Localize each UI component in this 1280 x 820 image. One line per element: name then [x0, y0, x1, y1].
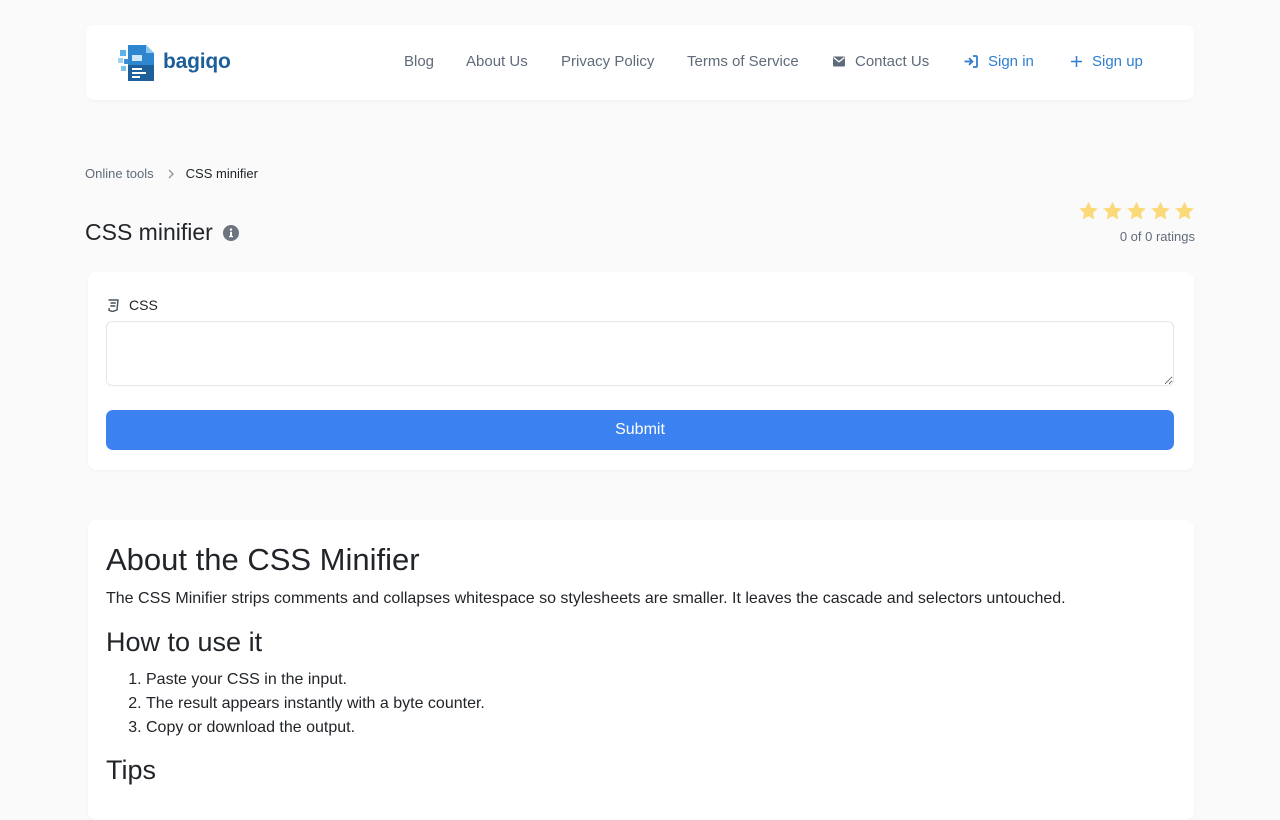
howto-steps: Paste your CSS in the input. The result …	[106, 668, 1176, 740]
nav-contact-us[interactable]: Contact Us	[833, 53, 929, 70]
page-title-text: CSS minifier	[85, 219, 213, 245]
star-icon[interactable]	[1078, 201, 1099, 221]
rating-widget: 0 of 0 ratings	[1074, 201, 1195, 244]
brand-name: bagiqo	[163, 50, 231, 73]
nav-sign-in[interactable]: Sign in	[964, 53, 1034, 70]
submit-button[interactable]: Submit	[106, 410, 1174, 450]
sign-in-icon	[964, 55, 978, 68]
howto-step: Paste your CSS in the input.	[146, 668, 1176, 692]
plus-icon	[1071, 56, 1082, 67]
nav-contact-us-label: Contact Us	[855, 53, 930, 70]
minifier-form-card: CSS Submit	[88, 272, 1194, 470]
tips-title: Tips	[106, 755, 157, 785]
about-description: The CSS Minifier strips comments and col…	[106, 590, 1066, 607]
page-title: CSS minifier	[85, 219, 239, 246]
chevron-right-icon	[168, 169, 174, 179]
star-icon[interactable]	[1102, 201, 1123, 221]
breadcrumb-current: CSS minifier	[185, 166, 258, 181]
nav-sign-up-label: Sign up	[1092, 53, 1143, 70]
star-icon[interactable]	[1174, 201, 1195, 221]
about-title: About the CSS Minifier	[106, 542, 420, 577]
howto-step: The result appears instantly with a byte…	[146, 692, 1176, 716]
rating-count: 0 of 0 ratings	[1119, 229, 1195, 244]
css-input[interactable]	[106, 321, 1174, 386]
breadcrumb-online-tools[interactable]: Online tools	[85, 166, 154, 181]
nav-sign-in-label: Sign in	[988, 53, 1034, 70]
logo-mark-icon	[118, 41, 160, 83]
css-input-label: CSS	[107, 297, 158, 313]
info-circle-icon[interactable]	[222, 224, 239, 241]
howto-title: How to use it	[106, 627, 263, 657]
nav-privacy-policy[interactable]: Privacy Policy	[561, 53, 654, 70]
star-icon[interactable]	[1150, 201, 1171, 221]
envelope-icon	[833, 56, 845, 67]
top-navbar: bagiqo Blog About Us Privacy Policy Term…	[86, 25, 1194, 100]
howto-step: Copy or download the output.	[146, 716, 1176, 740]
brand-logo[interactable]: bagiqo	[118, 41, 231, 83]
css-input-label-text: CSS	[129, 297, 158, 313]
nav-blog[interactable]: Blog	[404, 53, 434, 70]
nav-sign-up[interactable]: Sign up	[1071, 53, 1143, 70]
breadcrumb: Online tools CSS minifier	[85, 166, 258, 181]
about-card: About the CSS Minifier The CSS Minifier …	[88, 520, 1194, 820]
nav-terms-of-service[interactable]: Terms of Service	[687, 53, 799, 70]
nav-about-us[interactable]: About Us	[466, 53, 528, 70]
star-rating	[1074, 201, 1195, 221]
css3-icon	[108, 298, 119, 312]
star-icon[interactable]	[1126, 201, 1147, 221]
